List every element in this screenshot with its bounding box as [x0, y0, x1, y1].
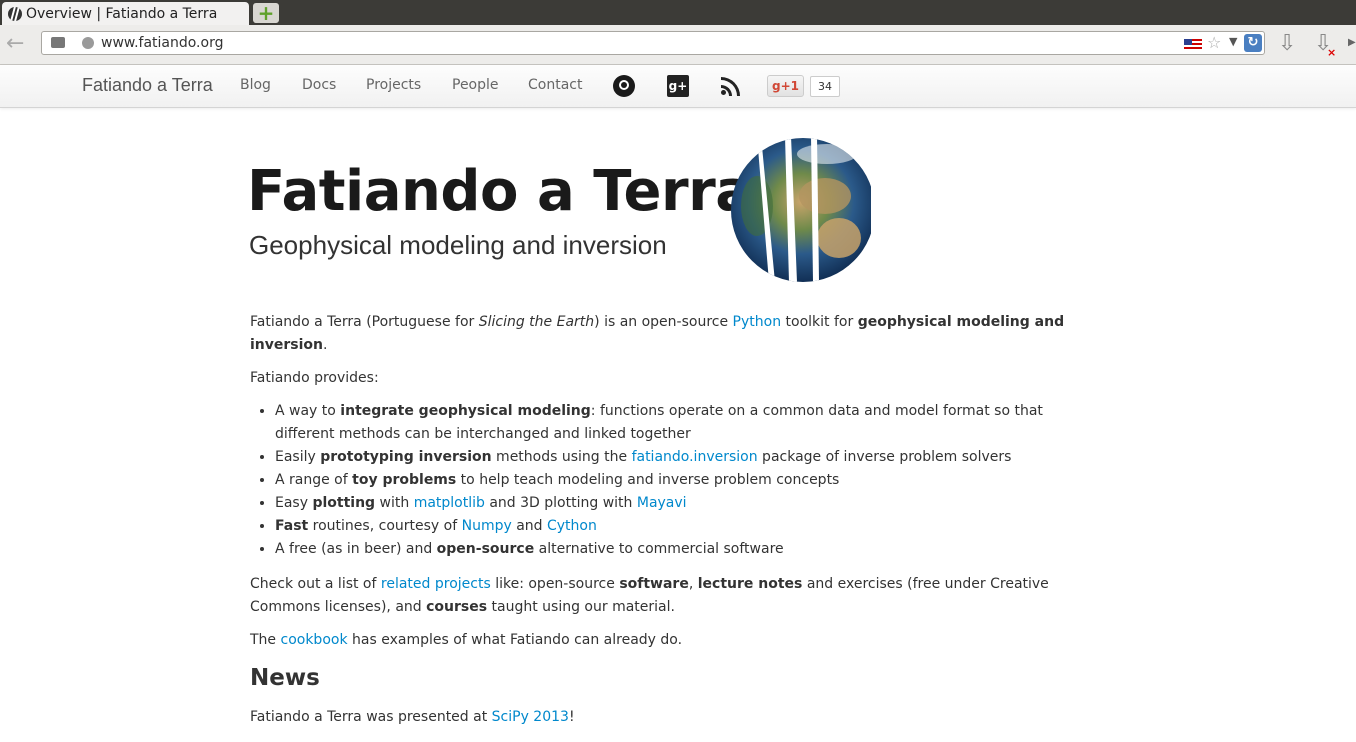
back-arrow-icon[interactable]: ←: [6, 33, 30, 55]
us-flag-icon[interactable]: [1184, 39, 1202, 50]
cython-link[interactable]: Cython: [547, 518, 597, 534]
scipy-link[interactable]: SciPy 2013: [492, 709, 569, 725]
list-item: A free (as in beer) and open-source alte…: [275, 538, 1090, 561]
addon-close-icon: ×: [1327, 46, 1337, 59]
plus-one-label: +1: [780, 79, 799, 93]
nav-projects[interactable]: Projects: [366, 77, 421, 93]
cookbook-link[interactable]: cookbook: [281, 632, 348, 648]
related-paragraph: Check out a list of related projects lik…: [250, 576, 1049, 615]
python-link[interactable]: Python: [733, 314, 782, 330]
list-item: Easy plotting with matplotlib and 3D plo…: [275, 492, 1090, 515]
site-favicon-icon: [8, 6, 22, 21]
plus-one-count: 34: [810, 76, 840, 97]
list-item: Easily prototyping inversion methods usi…: [275, 446, 1090, 469]
main-content: Fatiando a Terra (Portuguese for Slicing…: [250, 311, 1090, 739]
intro-paragraph: Fatiando a Terra (Portuguese for Slicing…: [250, 314, 1065, 353]
rss-icon[interactable]: [720, 75, 742, 97]
nav-people[interactable]: People: [452, 77, 499, 93]
hero-subtitle: Geophysical modeling and inversion: [249, 230, 667, 260]
provides-label: Fatiando provides:: [250, 370, 379, 386]
features-list: A way to integrate geophysical modeling:…: [250, 400, 1090, 561]
globe-icon: [82, 37, 94, 49]
tab-title: Overview | Fatiando a Terra: [26, 5, 218, 22]
related-projects-link[interactable]: related projects: [381, 576, 491, 592]
matplotlib-link[interactable]: matplotlib: [414, 495, 485, 511]
new-tab-button[interactable]: +: [253, 3, 279, 23]
history-dropdown-icon[interactable]: ▼: [1229, 35, 1237, 48]
address-bar[interactable]: www.fatiando.org ☆ ▼ ↻: [41, 31, 1265, 55]
page-icon[interactable]: [51, 37, 65, 48]
site-navbar: Fatiando a Terra Blog Docs Projects Peop…: [0, 65, 1356, 108]
toolbar-overflow-icon[interactable]: ▶: [1348, 37, 1356, 48]
list-item: A way to integrate geophysical modeling:…: [275, 400, 1090, 446]
browser-toolbar: ← www.fatiando.org ☆ ▼ ↻ ⇩ ⇩ × ▶: [0, 25, 1356, 65]
browser-tab[interactable]: Overview | Fatiando a Terra: [2, 2, 249, 25]
site-brand[interactable]: Fatiando a Terra: [82, 75, 213, 96]
numpy-link[interactable]: Numpy: [462, 518, 512, 534]
list-item: Fast routines, courtesy of Numpy and Cyt…: [275, 515, 1090, 538]
google-plus-one-button[interactable]: g+1: [767, 75, 804, 97]
nav-blog[interactable]: Blog: [240, 77, 271, 93]
mayavi-link[interactable]: Mayavi: [637, 495, 687, 511]
cookbook-paragraph: The cookbook has examples of what Fatian…: [250, 632, 683, 648]
browser-tab-bar: Overview | Fatiando a Terra +: [0, 0, 1356, 25]
earth-logo: [731, 136, 875, 282]
news-heading: News: [250, 665, 320, 691]
google-plus-icon[interactable]: g+: [667, 75, 689, 97]
url-text[interactable]: www.fatiando.org: [101, 35, 223, 51]
github-icon[interactable]: [613, 75, 635, 97]
inversion-link[interactable]: fatiando.inversion: [632, 449, 758, 465]
reload-icon[interactable]: ↻: [1244, 34, 1262, 52]
download-arrow-icon[interactable]: ⇩: [1278, 33, 1296, 55]
nav-contact[interactable]: Contact: [528, 77, 582, 93]
list-item: A range of toy problems to help teach mo…: [275, 469, 1090, 492]
hero-title: Fatiando a Terra: [247, 159, 753, 224]
news-paragraph: Fatiando a Terra was presented at SciPy …: [250, 709, 575, 725]
nav-docs[interactable]: Docs: [302, 77, 336, 93]
bookmark-star-icon[interactable]: ☆: [1207, 33, 1221, 52]
